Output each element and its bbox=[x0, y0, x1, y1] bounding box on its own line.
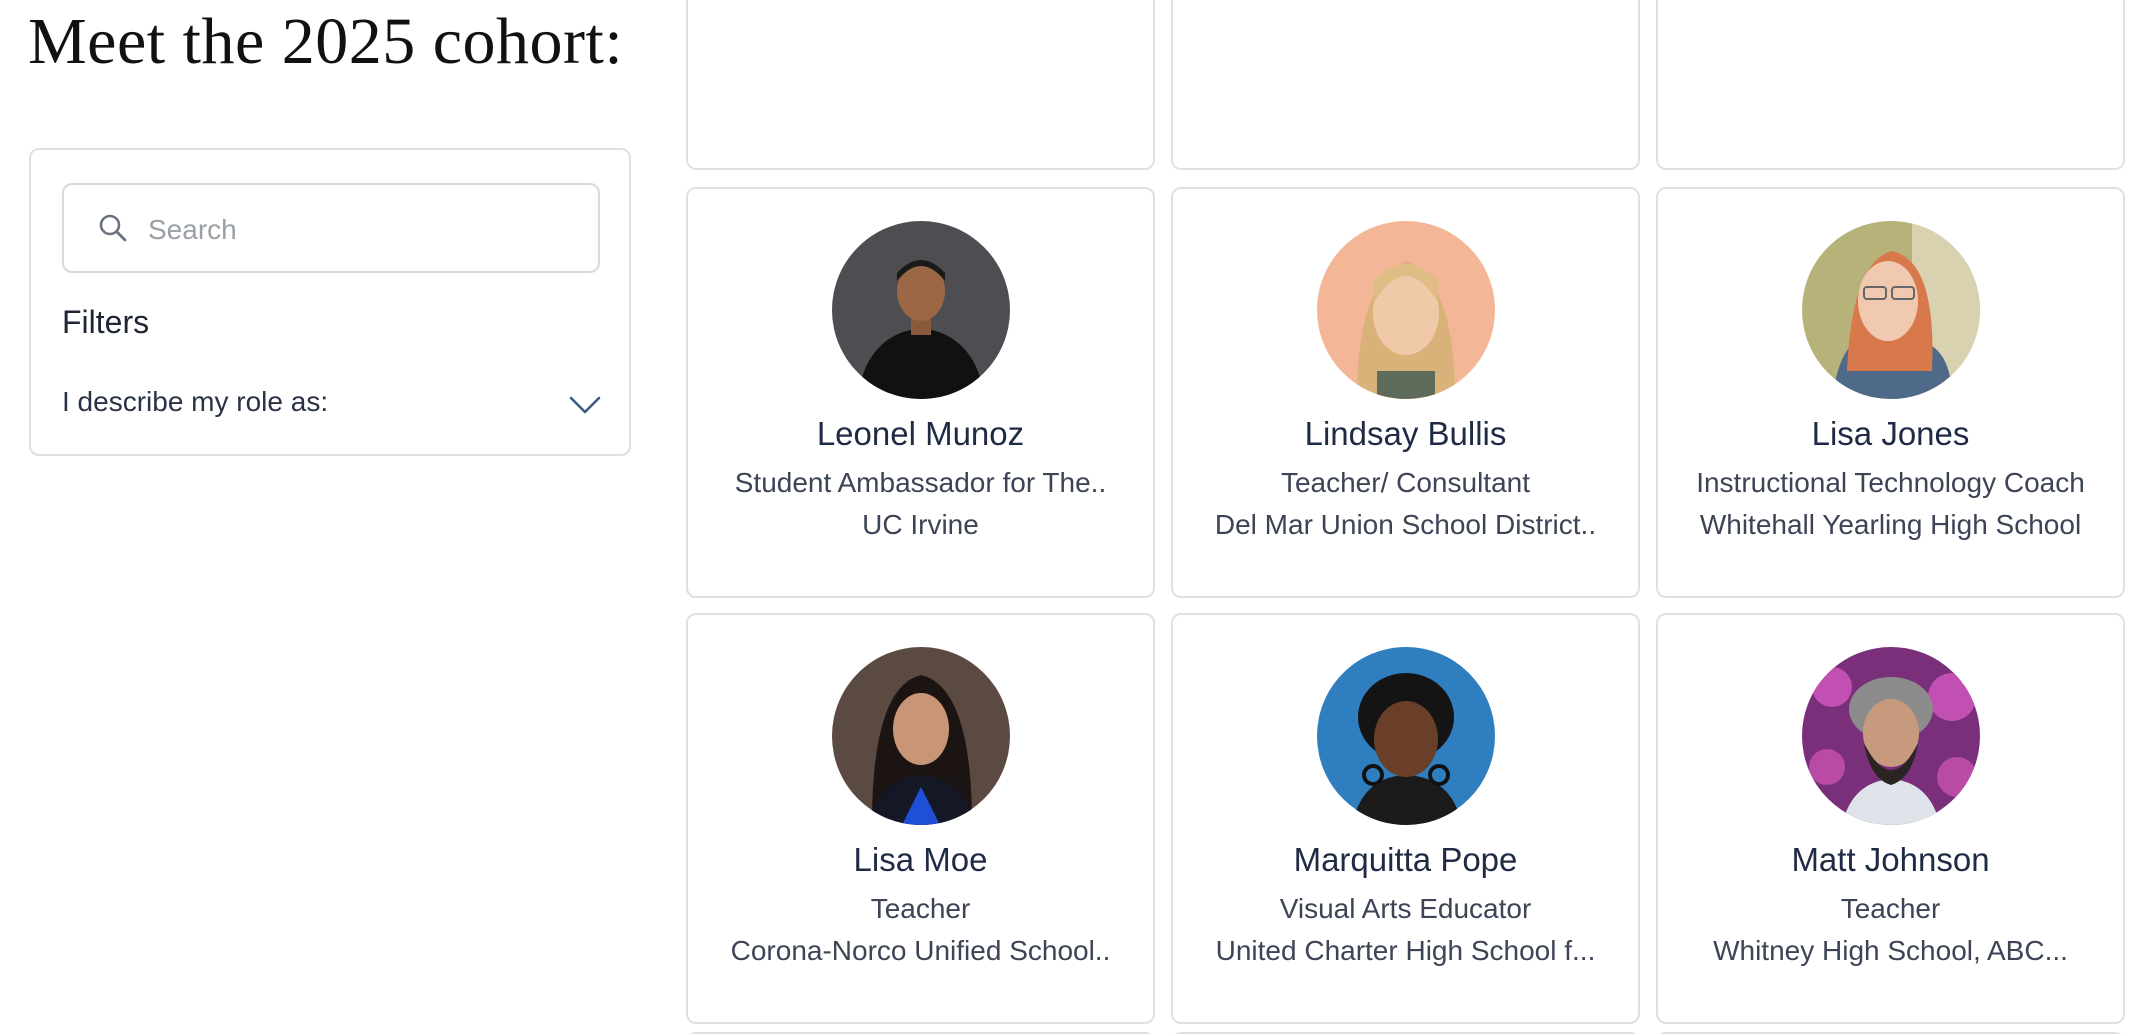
search-input[interactable] bbox=[146, 203, 580, 257]
member-org: Corona-Norco Unified School.. bbox=[730, 935, 1111, 966]
avatar-photo bbox=[1316, 647, 1495, 825]
member-role: Teacher bbox=[870, 893, 971, 924]
avatar bbox=[831, 647, 1010, 825]
member-name: Leonel Munoz bbox=[816, 415, 1025, 452]
chevron-down-icon[interactable] bbox=[568, 394, 602, 416]
member-name: Matt Johnson bbox=[1791, 841, 1990, 878]
avatar bbox=[1801, 647, 1980, 825]
page-title: Meet the 2025 cohort: bbox=[28, 5, 624, 78]
avatar-photo bbox=[831, 221, 1010, 399]
search-icon bbox=[99, 214, 127, 242]
member-card-partial[interactable] bbox=[1656, 0, 2125, 170]
member-name: Lisa Jones bbox=[1811, 415, 1970, 452]
member-card[interactable]: Lisa Jones Instructional Technology Coac… bbox=[1656, 187, 2125, 598]
search-box[interactable] bbox=[62, 183, 600, 273]
page: Meet the 2025 cohort: Filters I describe… bbox=[0, 0, 2146, 1034]
avatar bbox=[831, 221, 1010, 399]
avatar-photo bbox=[1801, 647, 1980, 825]
member-card[interactable]: Lisa Moe Teacher Corona-Norco Unified Sc… bbox=[686, 613, 1155, 1024]
member-role: Visual Arts Educator bbox=[1279, 893, 1532, 924]
member-org: Del Mar Union School District.. bbox=[1214, 509, 1597, 540]
avatar bbox=[1316, 647, 1495, 825]
member-name: Lisa Moe bbox=[853, 841, 988, 878]
member-role: Teacher bbox=[1840, 893, 1941, 924]
member-name: Marquitta Pope bbox=[1293, 841, 1518, 878]
member-card[interactable]: Lindsay Bullis Teacher/ Consultant Del M… bbox=[1171, 187, 1640, 598]
member-role: Teacher/ Consultant bbox=[1280, 467, 1531, 498]
role-filter-dropdown[interactable]: I describe my role as: bbox=[62, 380, 602, 430]
avatar bbox=[1801, 221, 1980, 399]
member-card-partial[interactable] bbox=[686, 0, 1155, 170]
avatar bbox=[1316, 221, 1495, 399]
role-filter-label: I describe my role as: bbox=[62, 386, 329, 417]
avatar-photo bbox=[1801, 221, 1980, 399]
member-org: UC Irvine bbox=[862, 509, 979, 540]
member-card-partial[interactable] bbox=[1171, 0, 1640, 170]
member-role: Instructional Technology Coach bbox=[1696, 467, 2085, 498]
filter-panel: Filters I describe my role as: bbox=[29, 148, 631, 456]
member-org: Whitehall Yearling High School bbox=[1699, 509, 2082, 540]
filters-heading: Filters bbox=[62, 304, 150, 340]
member-card[interactable]: Marquitta Pope Visual Arts Educator Unit… bbox=[1171, 613, 1640, 1024]
member-card[interactable]: Matt Johnson Teacher Whitney High School… bbox=[1656, 613, 2125, 1024]
avatar-photo bbox=[1316, 221, 1495, 399]
member-org: Whitney High School, ABC... bbox=[1713, 935, 2068, 966]
avatar-photo bbox=[831, 647, 1010, 825]
member-card[interactable]: Leonel Munoz Student Ambassador for The.… bbox=[686, 187, 1155, 598]
member-name: Lindsay Bullis bbox=[1304, 415, 1507, 452]
member-role: Student Ambassador for The.. bbox=[734, 467, 1107, 498]
member-org: United Charter High School f... bbox=[1215, 935, 1596, 966]
